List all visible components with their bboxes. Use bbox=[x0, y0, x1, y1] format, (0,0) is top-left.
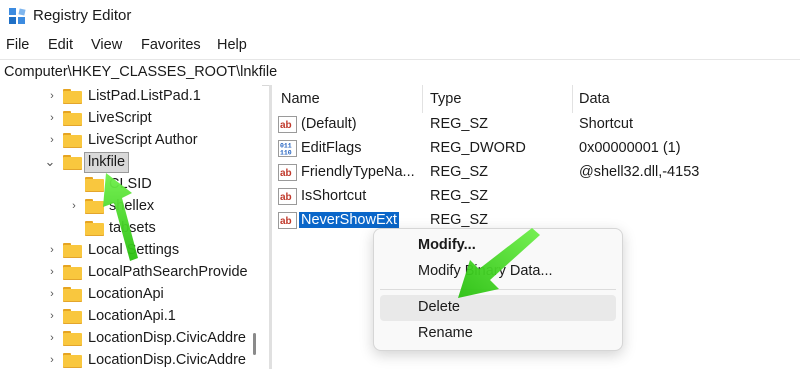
menu-view[interactable]: View bbox=[91, 37, 122, 53]
column-divider[interactable] bbox=[422, 85, 423, 113]
value-name: FriendlyTypeNa... bbox=[301, 164, 415, 180]
value-data: Shortcut bbox=[579, 116, 633, 132]
column-divider[interactable] bbox=[572, 85, 573, 113]
column-header-data[interactable]: Data bbox=[579, 91, 610, 107]
chevron-right-icon[interactable]: › bbox=[46, 89, 58, 103]
chevron-right-icon[interactable]: › bbox=[46, 265, 58, 279]
chevron-right-icon[interactable]: › bbox=[46, 133, 58, 147]
value-type: REG_DWORD bbox=[430, 140, 526, 156]
tree-item-label: LocationDisp.CivicAddre bbox=[88, 330, 246, 346]
arrow-annotation-icon bbox=[458, 228, 540, 298]
tree-item[interactable]: › LiveScript Author bbox=[0, 130, 262, 152]
folder-icon bbox=[63, 309, 82, 324]
chevron-right-icon[interactable]: › bbox=[46, 243, 58, 257]
svg-text:ab: ab bbox=[280, 192, 292, 203]
value-name: NeverShowExt bbox=[298, 211, 400, 229]
svg-text:110: 110 bbox=[280, 150, 292, 157]
folder-icon bbox=[63, 265, 82, 280]
registry-app-icon bbox=[9, 8, 26, 24]
folder-icon bbox=[63, 155, 82, 170]
value-row[interactable]: 011 110 EditFlags REG_DWORD 0x00000001 (… bbox=[272, 137, 800, 161]
chevron-right-icon[interactable]: › bbox=[46, 353, 58, 367]
address-bar[interactable]: Computer\HKEY_CLASSES_ROOT\lnkfile bbox=[0, 59, 800, 86]
string-value-icon: ab bbox=[278, 164, 297, 181]
tree-item[interactable]: › LocationApi.1 bbox=[0, 306, 262, 328]
menu-item-label: Rename bbox=[418, 325, 473, 341]
value-name: IsShortcut bbox=[301, 188, 367, 204]
svg-text:ab: ab bbox=[280, 216, 292, 227]
svg-text:011: 011 bbox=[280, 143, 292, 150]
tree-item[interactable]: › LocationDisp.CivicAddre bbox=[0, 328, 262, 350]
string-value-icon: ab bbox=[278, 188, 297, 205]
value-row[interactable]: ab (Default) REG_SZ Shortcut bbox=[272, 113, 800, 137]
folder-icon bbox=[63, 353, 82, 368]
chevron-right-icon[interactable]: › bbox=[46, 111, 58, 125]
tree-item[interactable]: › LiveScript bbox=[0, 108, 262, 130]
binary-value-icon: 011 110 bbox=[278, 140, 297, 157]
string-value-icon: ab bbox=[278, 212, 297, 229]
value-type: REG_SZ bbox=[430, 188, 489, 204]
tree-item[interactable]: › LocationDisp.CivicAddre bbox=[0, 350, 262, 369]
value-row[interactable]: ab FriendlyTypeNa... REG_SZ @shell32.dll… bbox=[272, 161, 800, 185]
column-header-type[interactable]: Type bbox=[430, 91, 461, 107]
value-name: (Default) bbox=[301, 116, 357, 132]
menu-favorites[interactable]: Favorites bbox=[141, 37, 201, 53]
tree-item[interactable]: › LocationApi bbox=[0, 284, 262, 306]
tree-item-label: LiveScript bbox=[88, 110, 152, 126]
folder-icon bbox=[63, 133, 82, 148]
value-row[interactable]: ab IsShortcut REG_SZ bbox=[272, 185, 800, 209]
menu-help[interactable]: Help bbox=[217, 37, 247, 53]
rename-menu-item[interactable]: Rename bbox=[380, 321, 616, 347]
value-data: 0x00000001 (1) bbox=[579, 140, 681, 156]
tree-item[interactable]: › ListPad.ListPad.1 bbox=[0, 86, 262, 108]
menu-edit[interactable]: Edit bbox=[48, 37, 73, 53]
chevron-down-icon[interactable]: ⌄ bbox=[44, 155, 56, 169]
title-bar: Registry Editor bbox=[0, 0, 800, 33]
tree-scrollbar[interactable] bbox=[253, 333, 256, 355]
svg-text:ab: ab bbox=[280, 168, 292, 179]
window-title: Registry Editor bbox=[33, 7, 132, 24]
address-path[interactable]: Computer\HKEY_CLASSES_ROOT\lnkfile bbox=[4, 64, 277, 80]
menu-bar: File Edit View Favorites Help bbox=[0, 33, 800, 59]
tree-item-label: ListPad.ListPad.1 bbox=[88, 88, 201, 104]
tree-item-label: LocationApi.1 bbox=[88, 308, 176, 324]
tree-item-label: LocationApi bbox=[88, 286, 164, 302]
chevron-right-icon[interactable]: › bbox=[46, 331, 58, 345]
chevron-right-icon[interactable]: › bbox=[46, 287, 58, 301]
tree-item-label: LiveScript Author bbox=[88, 132, 198, 148]
tree-item-label: LocationDisp.CivicAddre bbox=[88, 352, 246, 368]
value-type: REG_SZ bbox=[430, 116, 489, 132]
value-type: REG_SZ bbox=[430, 164, 489, 180]
chevron-right-icon[interactable]: › bbox=[68, 199, 80, 213]
value-name: EditFlags bbox=[301, 140, 362, 156]
folder-icon bbox=[63, 243, 82, 258]
arrow-annotation-icon bbox=[103, 173, 138, 261]
folder-icon bbox=[63, 287, 82, 302]
value-data: @shell32.dll,-4153 bbox=[579, 164, 700, 180]
folder-icon bbox=[63, 111, 82, 126]
column-header-name[interactable]: Name bbox=[281, 91, 320, 107]
folder-icon bbox=[63, 331, 82, 346]
svg-text:ab: ab bbox=[280, 120, 292, 131]
chevron-right-icon[interactable]: › bbox=[46, 309, 58, 323]
menu-file[interactable]: File bbox=[6, 37, 29, 53]
string-value-icon: ab bbox=[278, 116, 297, 133]
folder-icon bbox=[63, 89, 82, 104]
